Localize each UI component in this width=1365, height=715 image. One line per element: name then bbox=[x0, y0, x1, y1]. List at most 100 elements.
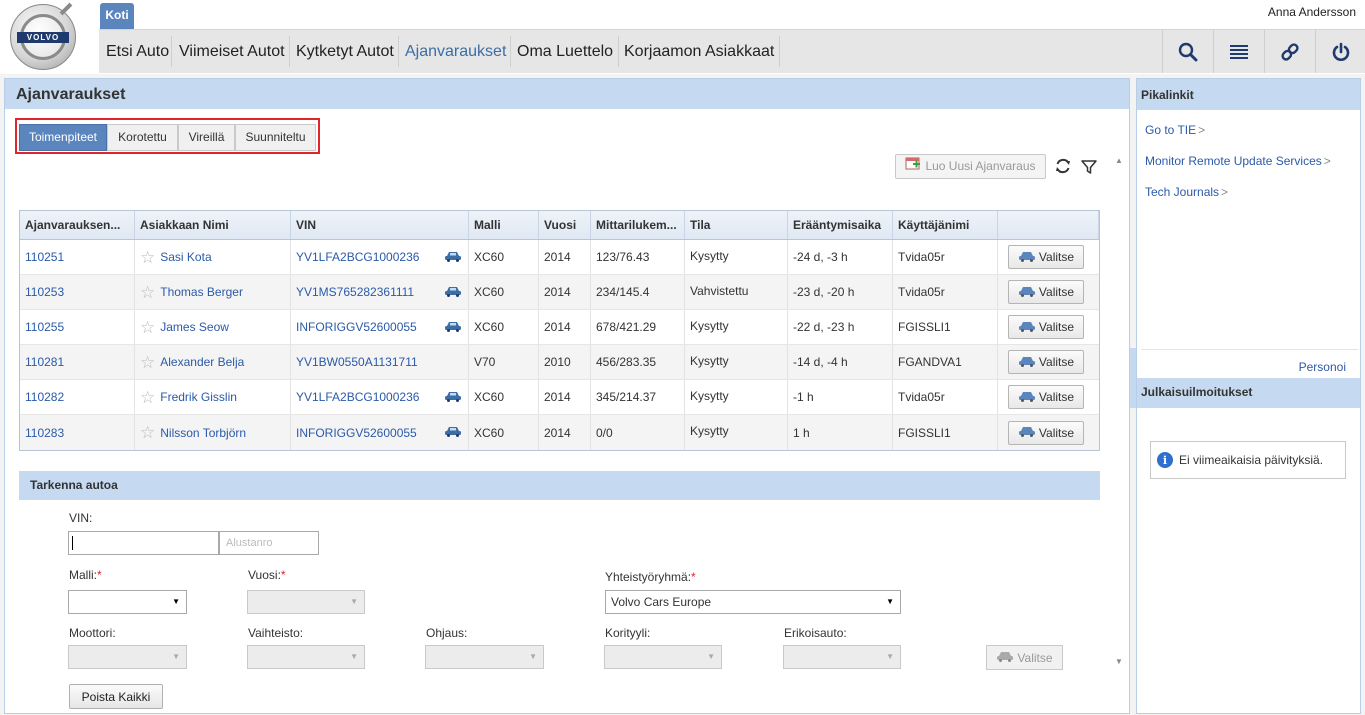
chassis-number-input[interactable]: Alustanro bbox=[219, 531, 319, 555]
link-icon[interactable] bbox=[1264, 30, 1315, 73]
car-icon bbox=[1018, 285, 1036, 300]
column-header[interactable]: Asiakkaan Nimi bbox=[135, 211, 291, 239]
search-icon[interactable] bbox=[1162, 30, 1213, 73]
refine-select-button[interactable]: Valitse bbox=[986, 645, 1063, 670]
body-style-select[interactable]: ▼ bbox=[604, 645, 722, 669]
chevron-down-icon: ▼ bbox=[529, 652, 537, 661]
select-button[interactable]: Valitse bbox=[1008, 280, 1084, 304]
column-header[interactable]: Mittarilukem... bbox=[591, 211, 685, 239]
mileage-cell: 456/283.35 bbox=[591, 345, 685, 379]
nav-oma-luettelo[interactable]: Oma Luettelo bbox=[512, 30, 618, 73]
car-icon bbox=[1018, 355, 1036, 370]
vin-link[interactable]: YV1MS765282361111 bbox=[296, 285, 414, 299]
column-header[interactable]: Erääntymisaika bbox=[788, 211, 893, 239]
column-header[interactable]: Käyttäjänimi bbox=[893, 211, 998, 239]
nav-etsi-auto[interactable]: Etsi Auto bbox=[101, 30, 174, 73]
vin-link[interactable]: YV1LFA2BCG1000236 bbox=[296, 390, 419, 404]
select-button[interactable]: Valitse bbox=[1008, 420, 1084, 445]
customer-name-link[interactable]: Thomas Berger bbox=[160, 285, 243, 299]
home-tab[interactable]: Koti bbox=[100, 3, 134, 29]
appointment-id-link[interactable]: 110281 bbox=[25, 355, 64, 369]
right-sidebar: Pikalinkit Go to TIE > Monitor Remote Upd… bbox=[1136, 78, 1361, 714]
special-car-select[interactable]: ▼ bbox=[783, 645, 901, 669]
nav-korjaamon-asiakkaat[interactable]: Korjaamon Asiakkaat bbox=[619, 30, 779, 73]
star-icon[interactable]: ☆ bbox=[140, 319, 155, 336]
customer-name-link[interactable]: Alexander Belja bbox=[160, 355, 244, 369]
nav-kytketyt-autot[interactable]: Kytketyt Autot bbox=[291, 30, 399, 73]
select-button[interactable]: Valitse bbox=[1008, 315, 1084, 339]
tab-vireilla[interactable]: Vireillä bbox=[178, 124, 235, 151]
nav-ajanvaraukset[interactable]: Ajanvaraukset bbox=[400, 30, 511, 73]
personalize-link[interactable]: Personoi bbox=[1299, 360, 1346, 374]
quick-link-remote-update[interactable]: Monitor Remote Update Services > bbox=[1145, 154, 1331, 168]
volvo-logo[interactable]: VOLVO bbox=[10, 2, 76, 70]
table-row[interactable]: 110255 ☆ James Seow INFORIGGV52600055 XC6… bbox=[20, 310, 1099, 345]
mileage-cell: 678/421.29 bbox=[591, 310, 685, 344]
vin-link[interactable]: INFORIGGV52600055 bbox=[296, 320, 417, 334]
table-row[interactable]: 110253 ☆ Thomas Berger YV1MS765282361111 … bbox=[20, 275, 1099, 310]
tab-toimenpiteet[interactable]: Toimenpiteet bbox=[19, 124, 107, 151]
star-icon[interactable]: ☆ bbox=[140, 284, 155, 301]
new-appointment-label: Luo Uusi Ajanvaraus bbox=[925, 159, 1036, 173]
select-button[interactable]: Valitse bbox=[1008, 385, 1084, 409]
star-icon[interactable]: ☆ bbox=[140, 389, 155, 406]
appointment-id-link[interactable]: 110282 bbox=[25, 390, 64, 404]
star-icon[interactable]: ☆ bbox=[140, 354, 155, 371]
table-row[interactable]: 110281 ☆ Alexander Belja YV1BW0550A113171… bbox=[20, 345, 1099, 380]
customer-name-link[interactable]: Sasi Kota bbox=[160, 250, 211, 264]
appointment-id-link[interactable]: 110283 bbox=[25, 426, 64, 440]
select-button[interactable]: Valitse bbox=[1008, 245, 1084, 269]
steering-select[interactable]: ▼ bbox=[425, 645, 544, 669]
user-name[interactable]: Anna Andersson bbox=[1268, 5, 1356, 19]
vin-input[interactable] bbox=[68, 531, 219, 555]
star-icon[interactable]: ☆ bbox=[140, 424, 155, 441]
column-header[interactable]: VIN bbox=[291, 211, 469, 239]
status-tabs: Toimenpiteet Korotettu Vireillä Suunnite… bbox=[15, 118, 320, 154]
customer-name-link[interactable]: Fredrik Gisslin bbox=[160, 390, 237, 404]
due-cell: -14 d, -4 h bbox=[788, 345, 893, 379]
vin-link[interactable]: YV1LFA2BCG1000236 bbox=[296, 250, 419, 264]
transmission-select[interactable]: ▼ bbox=[247, 645, 365, 669]
cooperation-group-select[interactable]: Volvo Cars Europe ▼ bbox=[605, 590, 901, 614]
customer-name-link[interactable]: James Seow bbox=[160, 320, 229, 334]
engine-select[interactable]: ▼ bbox=[68, 645, 187, 669]
column-header[interactable]: Ajanvarauksen... bbox=[20, 211, 135, 239]
refresh-icon[interactable] bbox=[1054, 157, 1072, 175]
quick-link-tech-journals[interactable]: Tech Journals > bbox=[1145, 185, 1228, 199]
star-icon[interactable]: ☆ bbox=[140, 249, 155, 266]
status-cell: Kysytty bbox=[685, 310, 788, 344]
vin-link[interactable]: YV1BW0550A1131711 bbox=[296, 355, 418, 369]
column-header[interactable]: Malli bbox=[469, 211, 539, 239]
column-header[interactable]: Vuosi bbox=[539, 211, 591, 239]
table-row[interactable]: 110282 ☆ Fredrik Gisslin YV1LFA2BCG100023… bbox=[20, 380, 1099, 415]
table-row[interactable]: 110283 ☆ Nilsson Torbjörn INFORIGGV526000… bbox=[20, 415, 1099, 450]
scroll-down-arrow[interactable]: ▼ bbox=[1115, 657, 1123, 666]
status-cell: Kysytty bbox=[685, 415, 788, 450]
cooperation-group-label: Yhteistyöryhmä:* bbox=[605, 570, 696, 584]
tab-suunniteltu[interactable]: Suunniteltu bbox=[235, 124, 316, 151]
year-select[interactable]: ▼ bbox=[247, 590, 365, 614]
filter-icon[interactable] bbox=[1081, 159, 1097, 175]
appointment-id-link[interactable]: 110253 bbox=[25, 285, 64, 299]
vin-link[interactable]: INFORIGGV52600055 bbox=[296, 426, 417, 440]
tab-korotettu[interactable]: Korotettu bbox=[107, 124, 178, 151]
table-row[interactable]: 110251 ☆ Sasi Kota YV1LFA2BCG1000236 XC60… bbox=[20, 240, 1099, 275]
power-icon[interactable] bbox=[1315, 30, 1365, 73]
clear-all-button[interactable]: Poista Kaikki bbox=[69, 684, 163, 709]
model-cell: V70 bbox=[469, 345, 539, 379]
page-title: Ajanvaraukset bbox=[5, 79, 1129, 109]
model-label: Malli:* bbox=[69, 568, 102, 582]
scroll-up-arrow[interactable]: ▲ bbox=[1115, 156, 1123, 165]
model-select[interactable]: ▼ bbox=[68, 590, 187, 614]
select-button[interactable]: Valitse bbox=[1008, 350, 1084, 374]
chevron-down-icon: ▼ bbox=[172, 652, 180, 661]
new-appointment-button[interactable]: Luo Uusi Ajanvaraus bbox=[895, 154, 1046, 179]
nav-viimeiset-autot[interactable]: Viimeiset Autot bbox=[174, 30, 290, 73]
appointment-id-link[interactable]: 110255 bbox=[25, 320, 64, 334]
column-header[interactable]: Tila bbox=[685, 211, 788, 239]
appointment-id-link[interactable]: 110251 bbox=[25, 250, 64, 264]
customer-name-link[interactable]: Nilsson Torbjörn bbox=[160, 426, 246, 440]
username-cell: FGANDVA1 bbox=[893, 345, 998, 379]
list-icon[interactable] bbox=[1213, 30, 1264, 73]
quick-link-tie[interactable]: Go to TIE > bbox=[1145, 123, 1205, 137]
